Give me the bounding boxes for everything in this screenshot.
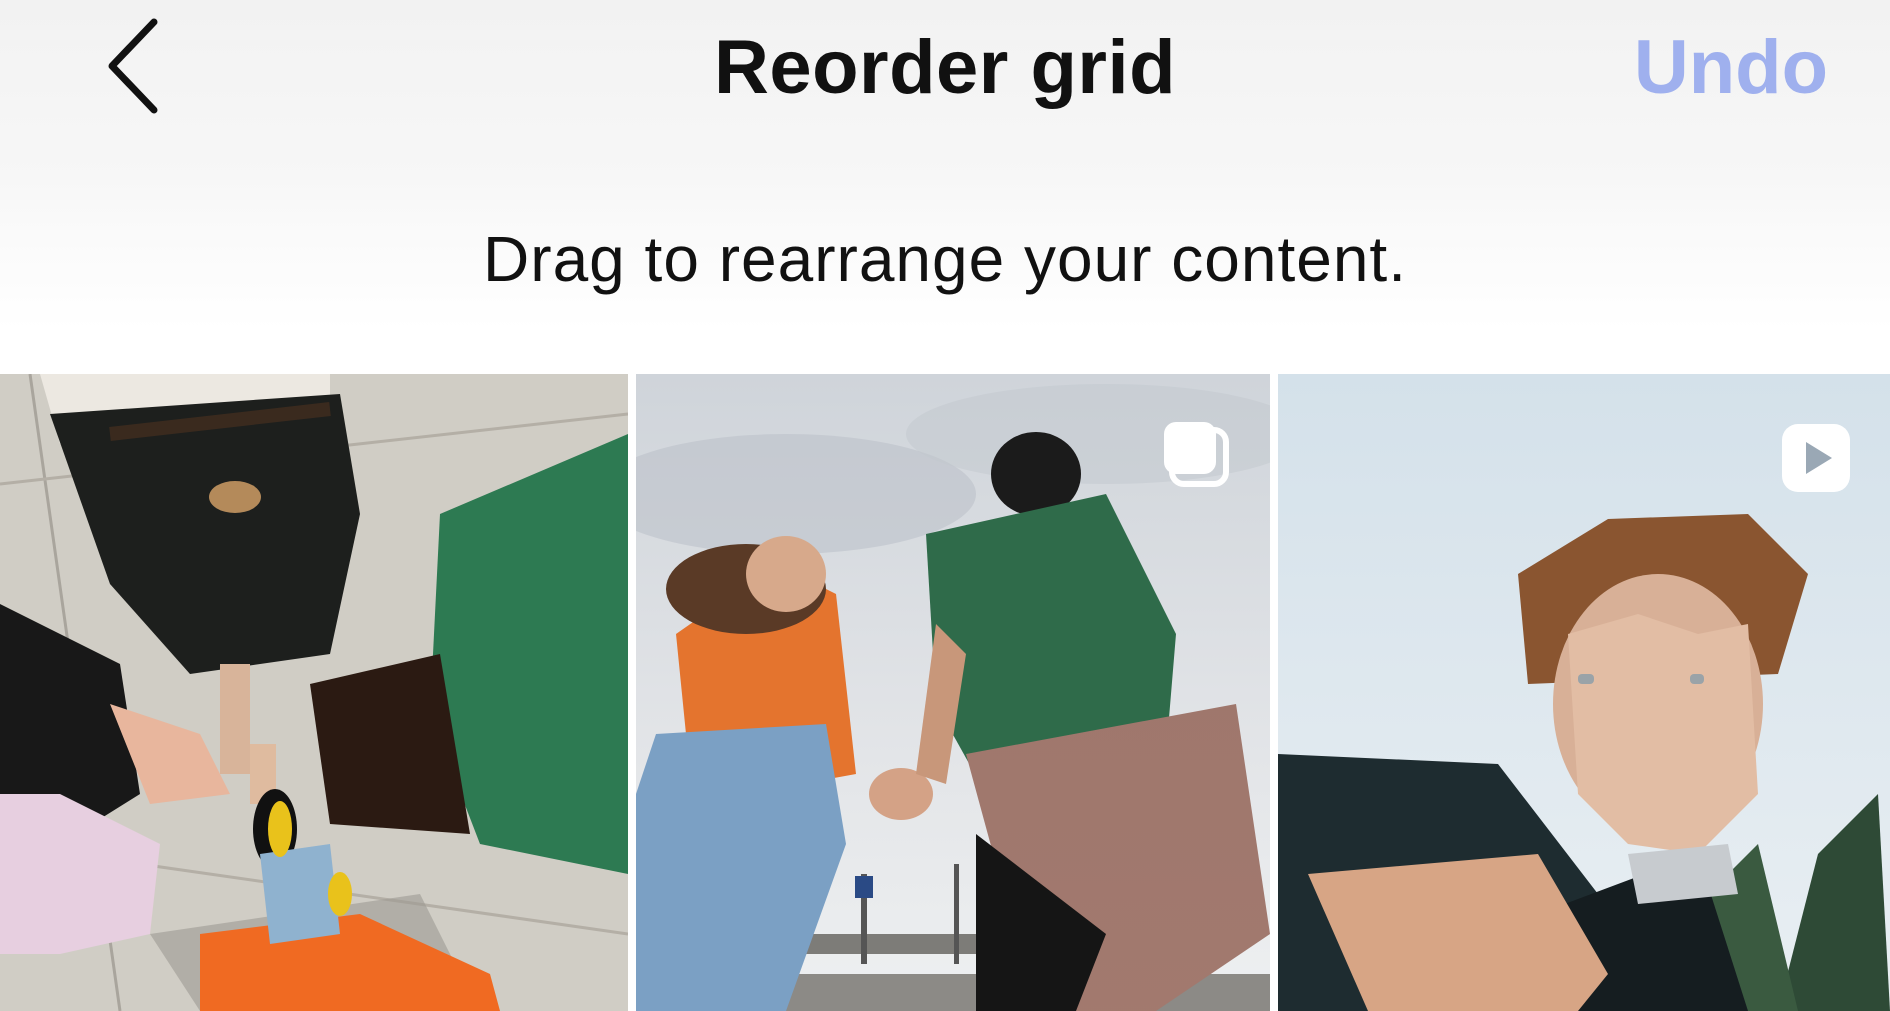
grid-tile-carousel-2[interactable] (636, 374, 1270, 1011)
undo-button[interactable]: Undo (1634, 24, 1828, 111)
instruction-text: Drag to rearrange your content. (483, 223, 1407, 295)
grid-tile-reel-3[interactable] (1278, 374, 1890, 1011)
tile-image (0, 374, 628, 1011)
grid-tile-photo-1[interactable] (0, 374, 628, 1011)
content-grid (0, 374, 1890, 1011)
reorder-grid-screen: Reorder grid Undo Drag to rearrange your… (0, 0, 1890, 1011)
page-title: Reorder grid (713, 25, 1177, 110)
carousel-icon (1164, 422, 1229, 487)
reel-play-icon (1782, 424, 1850, 492)
nav-bar: Reorder grid Undo (0, 0, 1890, 140)
